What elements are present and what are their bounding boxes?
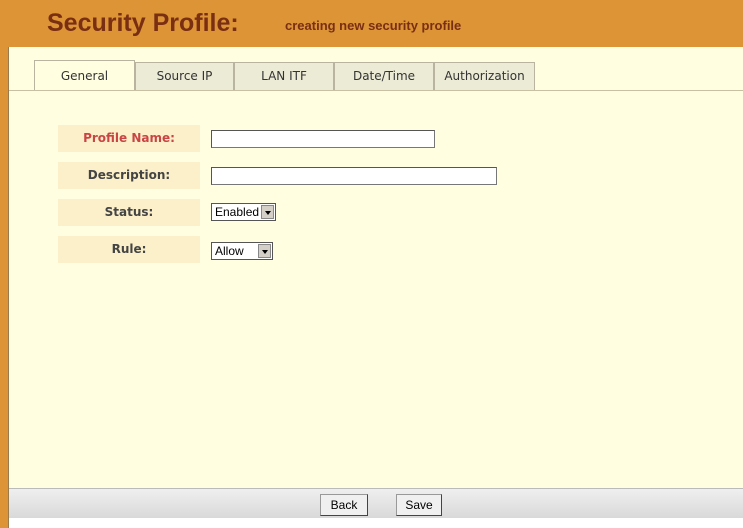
page-subtitle: creating new security profile (285, 18, 462, 33)
tab-general[interactable]: General (34, 60, 135, 90)
button-bar (9, 488, 743, 518)
tab-strip-divider (9, 90, 743, 91)
back-button[interactable]: Back (320, 494, 368, 516)
save-button[interactable]: Save (396, 494, 442, 516)
profile-name-label: Profile Name: (58, 125, 200, 152)
tab-source-ip[interactable]: Source IP (135, 62, 234, 90)
profile-name-input[interactable] (211, 130, 435, 148)
form-panel (9, 47, 743, 488)
tab-lan-itf[interactable]: LAN ITF (234, 62, 334, 90)
description-input[interactable] (211, 167, 497, 185)
tab-date-time[interactable]: Date/Time (334, 62, 434, 90)
left-border (0, 47, 8, 528)
rule-select[interactable]: Allow (211, 242, 273, 260)
rule-label: Rule: (58, 236, 200, 263)
status-select[interactable]: Enabled (211, 203, 276, 221)
status-label: Status: (58, 199, 200, 226)
description-label: Description: (58, 162, 200, 189)
status-select-value: Enabled (215, 205, 260, 219)
chevron-down-icon[interactable] (261, 205, 274, 219)
chevron-down-icon[interactable] (258, 244, 271, 258)
tab-authorization[interactable]: Authorization (434, 62, 535, 90)
page-title: Security Profile: (47, 9, 239, 37)
page-header: Security Profile: creating new security … (0, 0, 743, 47)
rule-select-value: Allow (215, 244, 244, 258)
